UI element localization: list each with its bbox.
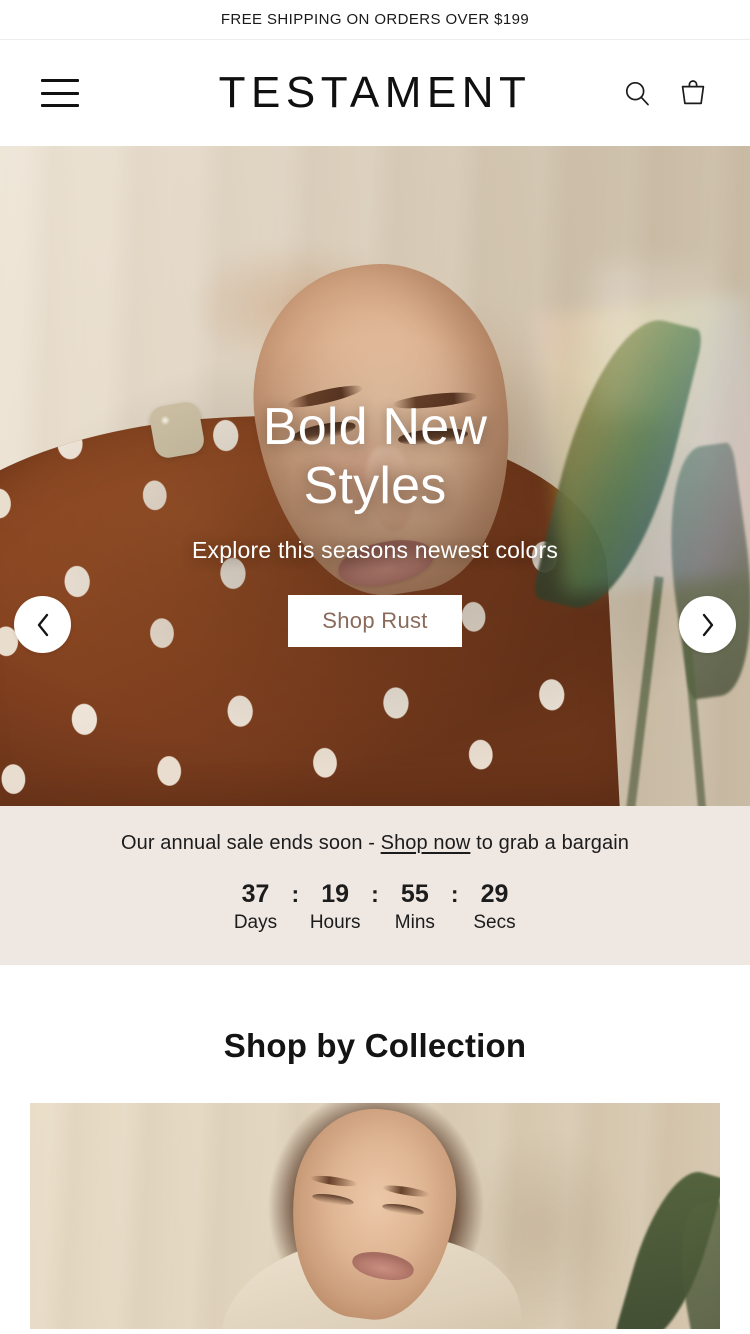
shop-rust-button[interactable]: Shop Rust [288, 594, 462, 647]
site-header: TESTAMENT [0, 40, 750, 146]
sale-countdown-banner: Our annual sale ends soon - Shop now to … [0, 806, 750, 965]
hamburger-line [41, 104, 79, 107]
collection-card[interactable] [30, 1103, 720, 1329]
countdown-unit-hours: 19 Hours [305, 880, 365, 934]
hamburger-menu-icon[interactable] [41, 79, 79, 107]
shopping-bag-icon[interactable] [676, 76, 710, 110]
countdown-mins-value: 55 [400, 880, 429, 908]
countdown-mins-label: Mins [394, 911, 435, 933]
search-icon[interactable] [620, 76, 654, 110]
carousel-next-button[interactable] [679, 596, 736, 653]
hamburger-line [41, 91, 79, 95]
countdown-days-value: 37 [241, 880, 270, 908]
hero-title: Bold New Styles [160, 398, 590, 517]
hero-subtitle: Explore this seasons newest colors [191, 536, 559, 563]
countdown-secs-label: Secs [473, 911, 516, 933]
countdown-unit-mins: 55 Mins [385, 880, 445, 934]
header-actions [620, 76, 710, 110]
hero-slideshow: Bold New Styles Explore this seasons new… [0, 146, 750, 806]
countdown-separator: : [291, 881, 300, 907]
hero-title-line-1: Bold New [262, 398, 488, 456]
hero-content: Bold New Styles Explore this seasons new… [0, 398, 750, 647]
announcement-text: FREE SHIPPING ON ORDERS OVER $199 [220, 11, 530, 28]
hamburger-line [41, 79, 79, 82]
countdown-days-label: Days [233, 911, 278, 933]
sale-message-after: to grab a bargain [470, 832, 629, 854]
sale-message: Our annual sale ends soon - Shop now to … [121, 832, 629, 855]
sale-message-before: Our annual sale ends soon - [121, 832, 381, 854]
announcement-bar: FREE SHIPPING ON ORDERS OVER $199 [0, 0, 750, 40]
countdown-timer: 37 Days : 19 Hours : 55 Mins : 29 Secs [225, 880, 525, 934]
hero-title-line-2: Styles [303, 457, 447, 516]
shop-now-link[interactable]: Shop now [381, 832, 471, 854]
countdown-secs-value: 29 [480, 880, 509, 908]
chevron-left-icon [37, 613, 48, 636]
brand-logo[interactable]: TESTAMENT [219, 68, 532, 118]
countdown-separator: : [450, 881, 459, 907]
carousel-prev-button[interactable] [14, 596, 71, 653]
collection-section-title: Shop by Collection [223, 1027, 527, 1064]
countdown-separator: : [371, 881, 379, 907]
countdown-hours-label: Hours [309, 911, 361, 933]
countdown-hours-value: 19 [321, 880, 350, 908]
collection-section: Shop by Collection [0, 965, 750, 1329]
countdown-unit-days: 37 Days [225, 880, 285, 934]
chevron-right-icon [702, 613, 713, 636]
countdown-unit-secs: 29 Secs [465, 880, 525, 934]
